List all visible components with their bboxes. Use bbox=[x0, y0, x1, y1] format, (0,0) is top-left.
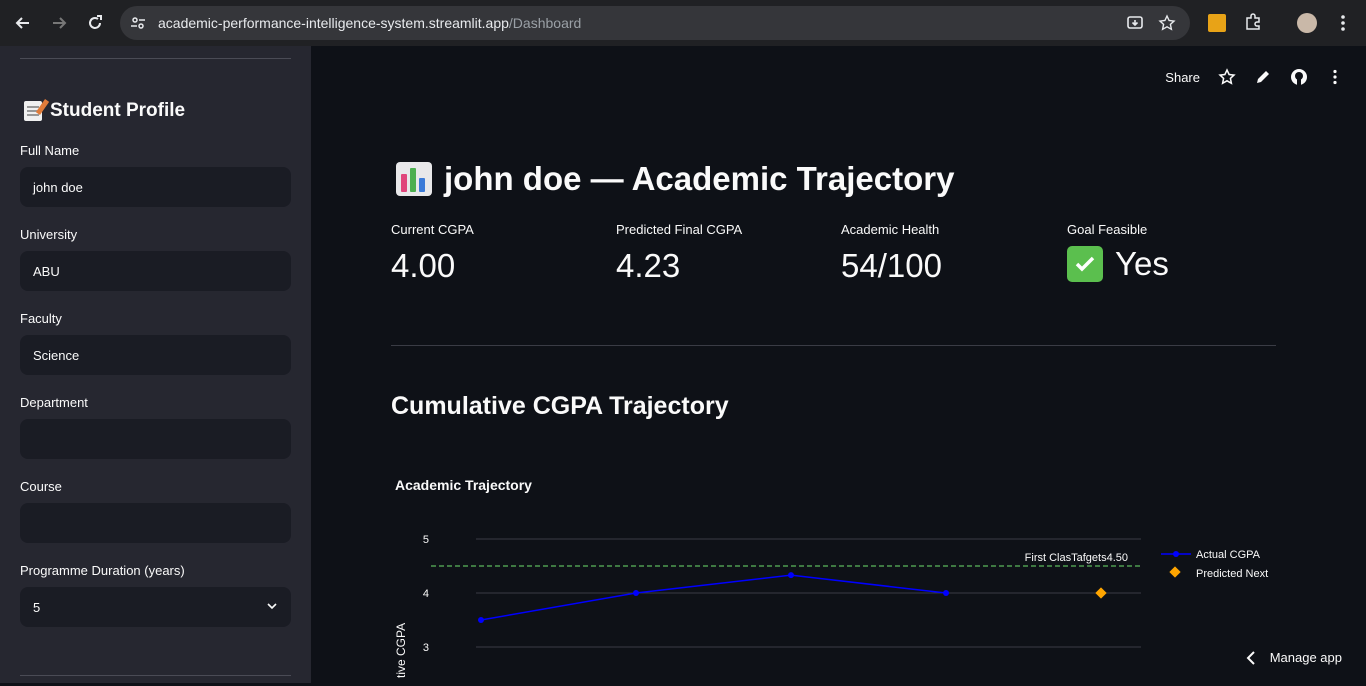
chart-title: Academic Trajectory bbox=[395, 477, 532, 493]
legend-item-actual[interactable]: Actual CGPA bbox=[1196, 549, 1261, 561]
chevron-left-icon bbox=[1246, 650, 1255, 665]
manage-app-label: Manage app bbox=[1269, 650, 1342, 665]
actual-cgpa-point[interactable] bbox=[943, 590, 949, 596]
sidebar-title: Student Profile bbox=[24, 100, 185, 122]
metric-goal-feasible: Goal Feasible Yes bbox=[1067, 222, 1169, 283]
full-name-label: Full Name bbox=[20, 143, 80, 158]
install-app-icon[interactable] bbox=[1126, 14, 1144, 32]
browser-menu-icon[interactable] bbox=[1335, 13, 1351, 38]
legend-item-predicted[interactable]: Predicted Next bbox=[1196, 568, 1268, 580]
metric-academic-health: Academic Health 54/100 bbox=[841, 222, 942, 285]
full-name-input[interactable]: john doe bbox=[20, 167, 291, 207]
y-tick-label: 5 bbox=[423, 534, 429, 546]
actual-cgpa-point[interactable] bbox=[788, 572, 794, 579]
metric-predicted-final-cgpa: Predicted Final CGPA 4.23 bbox=[616, 222, 742, 285]
predicted-next-point[interactable] bbox=[1095, 587, 1107, 599]
browser-toolbar: academic-performance-intelligence-system… bbox=[0, 0, 1366, 46]
metric-value: 4.23 bbox=[616, 247, 681, 284]
forward-icon[interactable] bbox=[47, 11, 71, 35]
star-icon[interactable] bbox=[1218, 68, 1236, 86]
extension-icon[interactable] bbox=[1208, 14, 1226, 32]
metric-value: Yes bbox=[1115, 245, 1169, 282]
reload-icon[interactable] bbox=[83, 11, 107, 35]
metric-label: Predicted Final CGPA bbox=[616, 222, 743, 237]
university-label: University bbox=[20, 227, 78, 242]
main-menu-icon[interactable] bbox=[1326, 68, 1344, 86]
bar-chart-icon bbox=[396, 162, 432, 196]
address-bar[interactable]: academic-performance-intelligence-system… bbox=[120, 6, 1190, 40]
programme-duration-value: 5 bbox=[33, 599, 41, 615]
chart-legend[interactable]: Actual CGPA Predicted Next bbox=[1161, 549, 1268, 580]
course-label: Course bbox=[20, 479, 62, 494]
y-tick-label: 4 bbox=[423, 588, 429, 600]
metric-value: 54/100 bbox=[841, 247, 942, 284]
section-title: Cumulative CGPA Trajectory bbox=[391, 392, 729, 420]
page-title-text: john doe — Academic Trajectory bbox=[444, 160, 955, 197]
department-input[interactable] bbox=[20, 419, 291, 459]
actual-cgpa-line bbox=[480, 574, 947, 621]
bookmark-star-icon[interactable] bbox=[1158, 14, 1176, 32]
sidebar-title-text: Student Profile bbox=[50, 100, 186, 121]
metric-current-cgpa: Current CGPA 4.00 bbox=[391, 222, 474, 285]
department-label: Department bbox=[20, 395, 88, 410]
github-icon[interactable] bbox=[1290, 68, 1308, 86]
actual-cgpa-point[interactable] bbox=[478, 617, 484, 623]
sidebar-divider bbox=[20, 58, 291, 59]
metric-value-row: Yes bbox=[1067, 245, 1169, 283]
sidebar: Student Profile Full Name john doe Unive… bbox=[0, 46, 311, 683]
url-text: academic-performance-intelligence-system… bbox=[158, 15, 582, 31]
extensions-puzzle-icon[interactable] bbox=[1244, 13, 1262, 36]
page-title: john doe — Academic Trajectory bbox=[396, 160, 954, 198]
faculty-input[interactable]: Science bbox=[20, 335, 291, 375]
programme-duration-select[interactable]: 5 bbox=[20, 587, 291, 627]
main-content: Share john doe — Academic Trajectory Cur… bbox=[311, 46, 1366, 683]
faculty-label: Faculty bbox=[20, 311, 62, 326]
programme-duration-label: Programme Duration (years) bbox=[20, 563, 185, 578]
sidebar-divider-bottom bbox=[20, 675, 291, 676]
metric-value: 4.00 bbox=[391, 247, 456, 284]
back-icon[interactable] bbox=[11, 11, 35, 35]
edit-pencil-icon[interactable] bbox=[1254, 68, 1272, 86]
metric-label: Current CGPA bbox=[391, 222, 474, 237]
manage-app-button[interactable]: Manage app bbox=[1246, 650, 1342, 665]
profile-avatar[interactable] bbox=[1297, 13, 1317, 33]
share-button[interactable]: Share bbox=[1165, 70, 1200, 85]
app-toolbar: Share bbox=[1165, 68, 1344, 86]
actual-cgpa-point[interactable] bbox=[633, 590, 639, 596]
reference-line-annotation: First ClasTafgets4.50 bbox=[1025, 552, 1128, 564]
check-mark-icon bbox=[1067, 246, 1103, 282]
section-divider bbox=[391, 345, 1276, 346]
chevron-down-icon bbox=[267, 603, 277, 610]
university-input[interactable]: ABU bbox=[20, 251, 291, 291]
y-axis-label: tive CGPA bbox=[394, 623, 408, 678]
course-input[interactable] bbox=[20, 503, 291, 543]
trajectory-chart[interactable]: Academic Trajectory tive CGPA 3 4 5 First … bbox=[391, 466, 1291, 686]
metric-label: Academic Health bbox=[841, 222, 940, 237]
metric-label: Goal Feasible bbox=[1067, 222, 1148, 237]
memo-icon bbox=[24, 101, 42, 121]
y-tick-label: 3 bbox=[423, 642, 429, 654]
site-info-icon[interactable] bbox=[130, 15, 146, 31]
